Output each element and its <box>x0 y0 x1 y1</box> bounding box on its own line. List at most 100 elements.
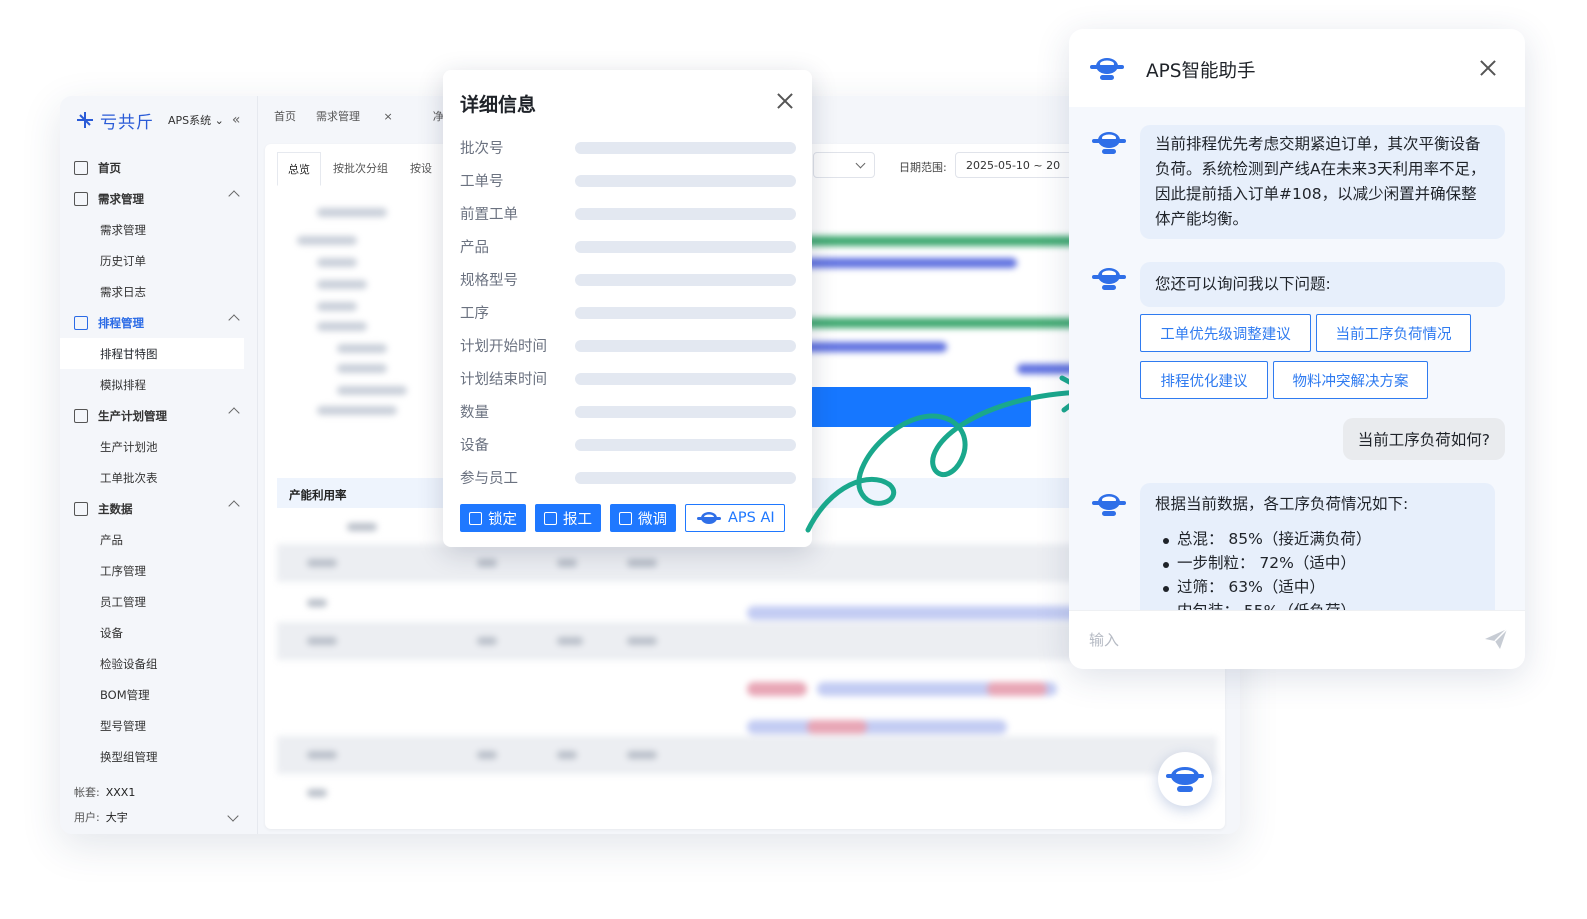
nav-tab-demand[interactable]: 需求管理 × <box>316 108 413 128</box>
field-label: 计划结束时间 <box>460 372 547 388</box>
blur-cell <box>307 599 327 607</box>
sidebar-item-process[interactable]: 工序管理 <box>60 555 258 586</box>
robot-icon <box>1090 58 1124 80</box>
field-value-placeholder <box>575 142 796 154</box>
filter-select[interactable] <box>813 152 875 178</box>
list-item: 过筛： 63%（适中） <box>1155 575 1480 599</box>
fine-tune-button[interactable]: 微调 <box>610 504 676 532</box>
sidebar-item-inspection-group[interactable]: 检验设备组 <box>60 648 258 679</box>
sidebar-item-history-orders[interactable]: 历史订单 <box>60 245 258 276</box>
blur-cell <box>307 637 337 645</box>
chevron-down-icon[interactable] <box>227 810 239 822</box>
chat-header: APS智能助手 <box>1069 29 1525 107</box>
system-select[interactable]: APS系统 ⌄ <box>168 112 224 128</box>
sidebar-item-simulate[interactable]: 模拟排程 <box>60 369 258 400</box>
field-row: 数量 <box>460 399 800 421</box>
chevron-up-icon <box>228 500 240 512</box>
collapse-sidebar-icon[interactable]: « <box>232 112 241 128</box>
sidebar-item-demand-manage[interactable]: 需求管理 <box>60 214 258 245</box>
table-row <box>277 698 1217 736</box>
gantt-bar <box>797 342 947 352</box>
field-value-placeholder <box>575 274 796 286</box>
send-icon[interactable] <box>1483 627 1509 651</box>
sidebar-item-gantt[interactable]: 排程甘特图 <box>60 338 244 369</box>
sidebar-item-equipment[interactable]: 设备 <box>60 617 258 648</box>
list-item: 内包装： 55%（低负荷） <box>1155 599 1480 610</box>
sidebar-item-home[interactable]: 首页 <box>60 152 258 183</box>
blur-cell <box>477 637 497 645</box>
sidebar-item-employee[interactable]: 员工管理 <box>60 586 258 617</box>
field-row: 参与员工 <box>460 465 800 487</box>
field-value-placeholder <box>575 175 796 187</box>
user-info[interactable]: 用户: 大宇 <box>74 809 128 825</box>
sidebar-item-batch-table[interactable]: 工单批次表 <box>60 462 258 493</box>
date-range-input[interactable]: 2025-05-10 ~ 20 <box>955 152 1085 178</box>
field-label: 参与员工 <box>460 471 518 487</box>
logo-icon <box>74 109 96 131</box>
close-icon[interactable]: × <box>384 110 393 123</box>
detail-dialog: 详细信息 批次号 工单号 前置工单 产品 规格型号 工序 计划开始时间 计划结束… <box>443 70 812 547</box>
sidebar-group-master-data[interactable]: 主数据 <box>60 493 258 524</box>
account-info: 帐套: XXX1 <box>74 786 136 799</box>
blur-cell <box>307 789 327 797</box>
table-row <box>277 736 1217 774</box>
report-work-button[interactable]: 报工 <box>535 504 601 532</box>
sidebar-item-product[interactable]: 产品 <box>60 524 258 555</box>
close-icon[interactable] <box>776 92 794 110</box>
ai-chat-panel: APS智能助手 当前排程优先考虑交期紧迫订单，其次平衡设备负荷。系统检测到产线A… <box>1069 29 1525 669</box>
blur-pill <box>987 682 1047 696</box>
blur-cell <box>307 751 337 759</box>
database-icon <box>74 501 88 516</box>
assistant-message: 根据当前数据，各工序负荷情况如下: 总混： 85%（接近满负荷） 一步制粒： 7… <box>1140 483 1495 610</box>
checkbox-icon <box>544 511 557 525</box>
dialog-actions: 锁定 报工 微调 APS AI <box>460 504 785 532</box>
sidebar-item-changeover-group[interactable]: 换型组管理 <box>60 741 258 772</box>
nav-tab-home[interactable]: 首页 <box>274 108 296 128</box>
blur-cell <box>627 637 657 645</box>
chat-messages: 当前排程优先考虑交期紧迫订单，其次平衡设备负荷。系统检测到产线A在未来3天利用率… <box>1069 107 1525 610</box>
sidebar-item-model[interactable]: 型号管理 <box>60 710 258 741</box>
tab-by-batch[interactable]: 按批次分组 <box>323 152 398 186</box>
user-message: 当前工序负荷如何? <box>1342 418 1505 460</box>
field-row: 设备 <box>460 432 800 454</box>
suggestion-button[interactable]: 当前工序负荷情况 <box>1316 314 1471 352</box>
chat-input[interactable]: 输入 <box>1069 610 1525 669</box>
field-row: 计划开始时间 <box>460 333 800 355</box>
lock-button[interactable]: 锁定 <box>460 504 526 532</box>
field-value-placeholder <box>575 439 796 451</box>
sidebar-item-demand-log[interactable]: 需求日志 <box>60 276 258 307</box>
field-label: 设备 <box>460 438 489 454</box>
blur-line <box>317 302 357 311</box>
tab-overview[interactable]: 总览 <box>277 152 321 186</box>
field-row: 前置工单 <box>460 201 800 223</box>
sidebar-group-schedule[interactable]: 排程管理 <box>60 307 258 338</box>
field-label: 规格型号 <box>460 273 518 289</box>
suggestion-button[interactable]: 排程优化建议 <box>1140 361 1268 399</box>
tab-by-equipment[interactable]: 按设 <box>400 152 442 186</box>
sidebar-item-bom[interactable]: BOM管理 <box>60 679 258 710</box>
blur-cell <box>307 559 337 567</box>
blur-cell <box>477 559 497 567</box>
ai-assistant-float-button[interactable] <box>1158 752 1212 806</box>
close-icon[interactable] <box>1479 59 1497 77</box>
assistant-message: 您还可以询问我以下问题: <box>1140 262 1505 307</box>
selected-gantt-bar[interactable] <box>811 387 1031 427</box>
sidebar-group-production-plan[interactable]: 生产计划管理 <box>60 400 258 431</box>
field-row: 规格型号 <box>460 267 800 289</box>
suggestion-button[interactable]: 物料冲突解决方案 <box>1273 361 1428 399</box>
list-item: 一步制粒： 72%（适中） <box>1155 551 1480 575</box>
blur-cell <box>477 751 497 759</box>
field-row: 工序 <box>460 300 800 322</box>
suggestion-button[interactable]: 工单优先级调整建议 <box>1140 314 1311 352</box>
field-row: 计划结束时间 <box>460 366 800 388</box>
sidebar-item-plan-pool[interactable]: 生产计划池 <box>60 431 258 462</box>
sidebar-group-demand[interactable]: 需求管理 <box>60 183 258 214</box>
field-row: 批次号 <box>460 135 800 157</box>
sidebar: 亏共斤 APS系统 ⌄ « 首页 需求管理 需求管理 历史订单 需求日志 排程管… <box>60 96 258 834</box>
message-intro: 根据当前数据，各工序负荷情况如下: <box>1155 495 1409 513</box>
blur-line <box>317 208 387 217</box>
blur-pill <box>747 720 1007 734</box>
chat-title: APS智能助手 <box>1146 61 1256 82</box>
schedule-icon <box>74 315 88 330</box>
aps-ai-button[interactable]: APS AI <box>685 504 785 532</box>
